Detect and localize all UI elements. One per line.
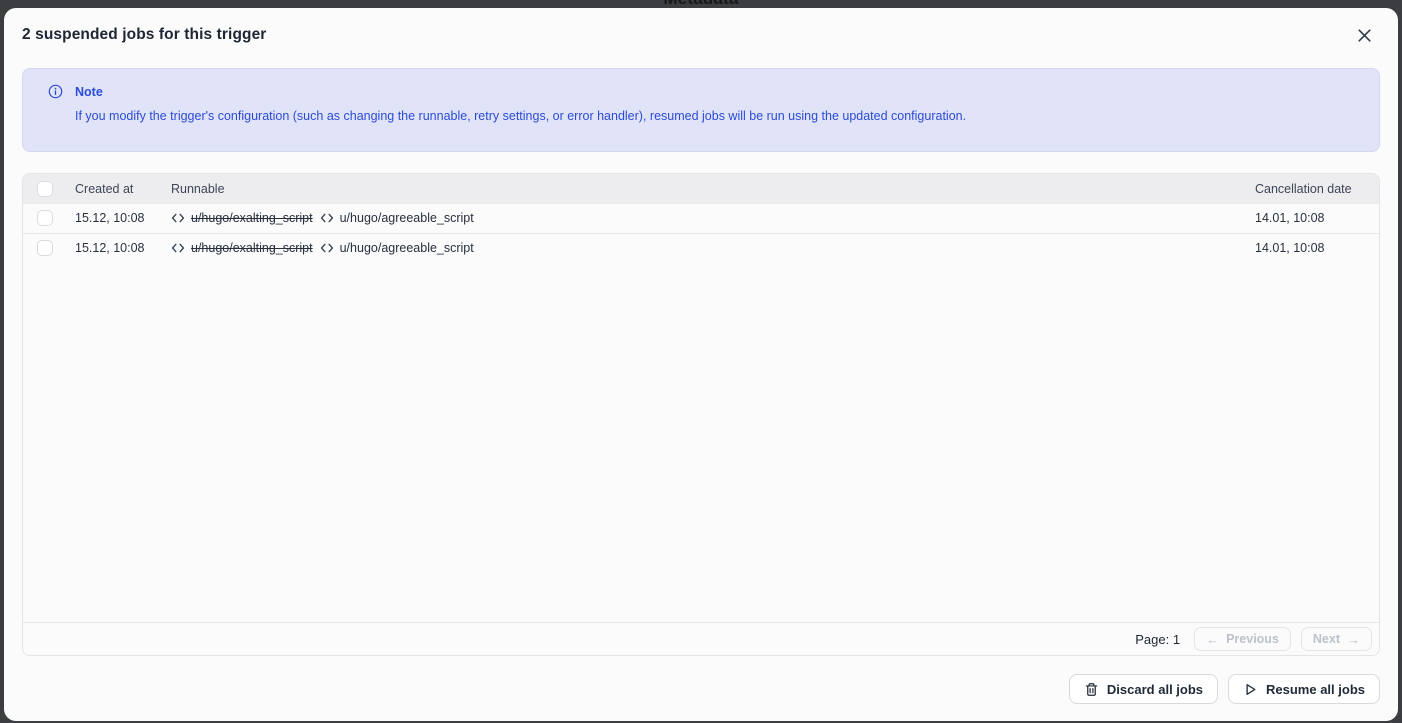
- runnable-new-path: u/hugo/agreeable_script: [340, 241, 474, 255]
- modal-title: 2 suspended jobs for this trigger: [22, 26, 266, 44]
- select-all-checkbox[interactable]: [37, 181, 53, 197]
- suspended-jobs-modal: 2 suspended jobs for this trigger Note I…: [4, 8, 1398, 721]
- previous-page-label: Previous: [1226, 632, 1279, 646]
- note-banner: Note If you modify the trigger's configu…: [22, 68, 1380, 152]
- table-row[interactable]: 15.12, 10:08 u/hugo/exalting_script: [23, 203, 1379, 233]
- created-at-value: 15.12, 10:08: [75, 211, 171, 225]
- code-icon: [320, 241, 334, 255]
- table-footer: Page: 1 ← Previous Next →: [23, 622, 1379, 655]
- column-header-cancellation-date: Cancellation date: [1255, 182, 1379, 196]
- code-icon: [171, 241, 185, 255]
- trash-icon: [1084, 682, 1099, 697]
- runnable-old-path: u/hugo/exalting_script: [191, 211, 313, 225]
- cancellation-date-value: 14.01, 10:08: [1255, 241, 1379, 255]
- arrow-left-icon: ←: [1206, 633, 1219, 646]
- close-button[interactable]: [1350, 21, 1378, 49]
- next-page-button[interactable]: Next →: [1301, 627, 1372, 651]
- arrow-right-icon: →: [1347, 633, 1360, 646]
- close-icon: [1355, 26, 1374, 45]
- note-title: Note: [75, 85, 103, 99]
- discard-all-jobs-label: Discard all jobs: [1107, 682, 1203, 697]
- resume-all-jobs-button[interactable]: Resume all jobs: [1228, 674, 1380, 704]
- table-row[interactable]: 15.12, 10:08 u/hugo/exalting_script: [23, 233, 1379, 263]
- runnable-new-path: u/hugo/agreeable_script: [340, 211, 474, 225]
- info-icon: [48, 84, 63, 99]
- page-indicator: Page: 1: [1135, 632, 1180, 647]
- table-header-row: Created at Runnable Cancellation date: [23, 174, 1379, 203]
- discard-all-jobs-button[interactable]: Discard all jobs: [1069, 674, 1218, 704]
- created-at-value: 15.12, 10:08: [75, 241, 171, 255]
- row-checkbox[interactable]: [37, 210, 53, 226]
- row-checkbox[interactable]: [37, 240, 53, 256]
- note-body: If you modify the trigger's configuratio…: [75, 108, 1363, 124]
- cancellation-date-value: 14.01, 10:08: [1255, 211, 1379, 225]
- modal-actions: Discard all jobs Resume all jobs: [1069, 674, 1380, 704]
- code-icon: [171, 211, 185, 225]
- modal-header: 2 suspended jobs for this trigger: [4, 8, 1398, 62]
- column-header-created-at: Created at: [75, 182, 171, 196]
- code-icon: [320, 211, 334, 225]
- resume-all-jobs-label: Resume all jobs: [1266, 682, 1365, 697]
- previous-page-button[interactable]: ← Previous: [1194, 627, 1291, 651]
- next-page-label: Next: [1313, 632, 1340, 646]
- play-icon: [1243, 682, 1258, 697]
- column-header-runnable: Runnable: [171, 182, 1255, 196]
- suspended-jobs-table: Created at Runnable Cancellation date 15…: [22, 173, 1380, 656]
- runnable-old-path: u/hugo/exalting_script: [191, 241, 313, 255]
